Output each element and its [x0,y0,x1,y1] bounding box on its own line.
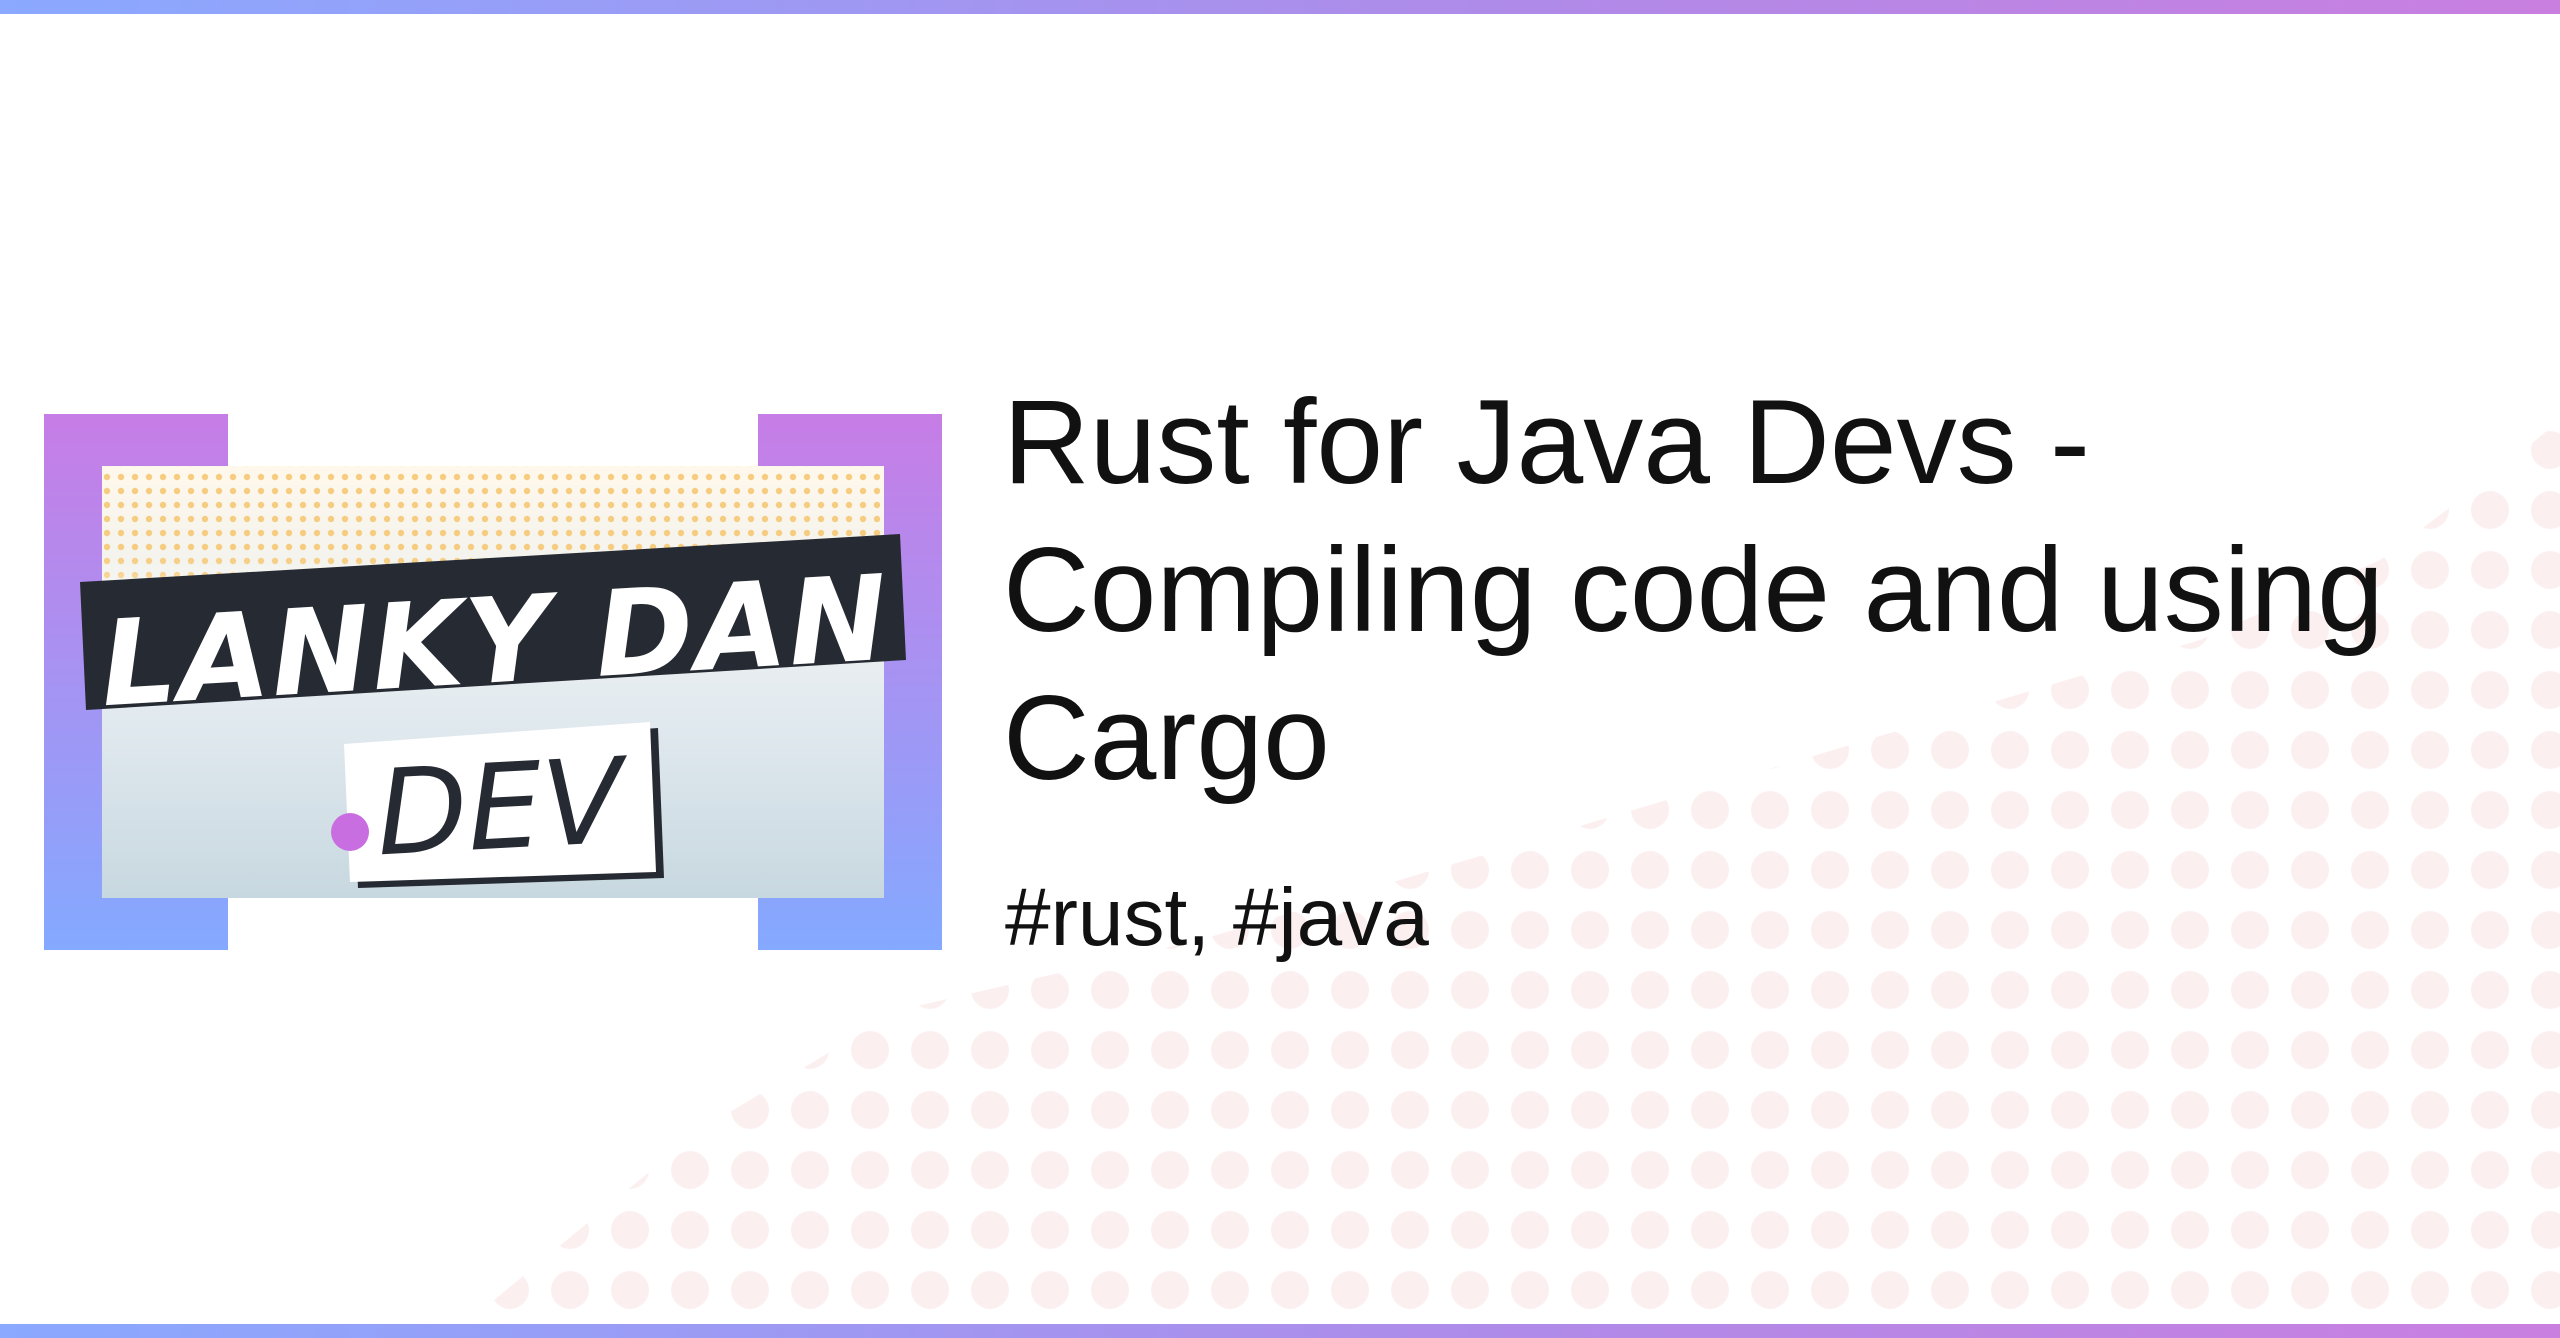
card: LANKY DAN DEV Rust for Java Devs - Compi… [0,0,2560,1338]
bottom-gradient-bar [0,1324,2560,1338]
lanky-dan-dev-logo[interactable]: LANKY DAN DEV [44,414,942,950]
post-tags[interactable]: #rust, #java [1005,868,1429,968]
logo-line2: DEV [373,731,633,882]
accent-dot [331,813,369,851]
post-title[interactable]: Rust for Java Devs - Compiling code and … [1003,368,2503,812]
